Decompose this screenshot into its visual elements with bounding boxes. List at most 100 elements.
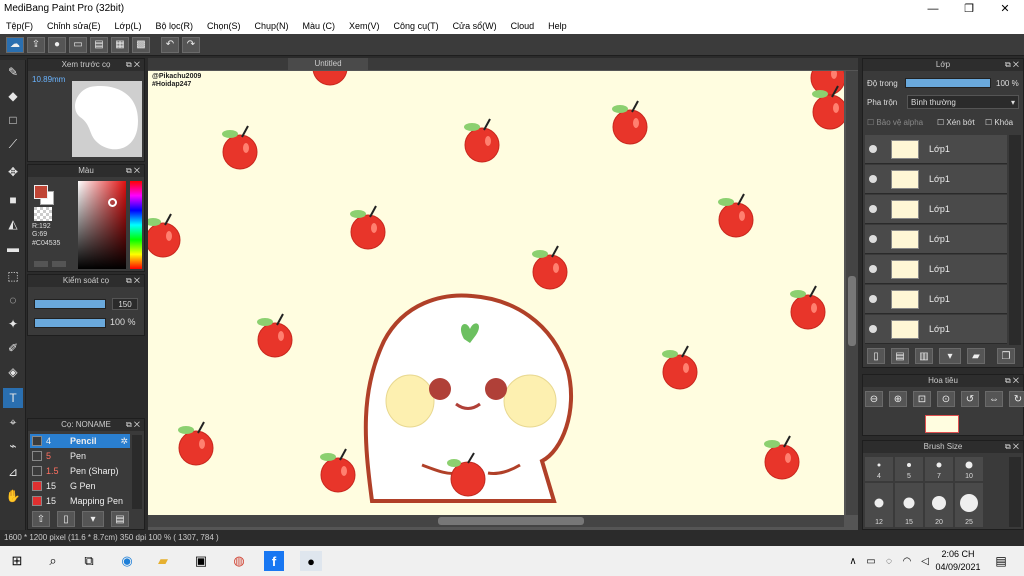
canvas-horizontal-thumb[interactable] xyxy=(438,517,584,525)
foreground-color-swatch[interactable] xyxy=(34,185,48,199)
windows-start-icon[interactable]: ⊞ xyxy=(6,551,28,571)
menu-capture[interactable]: Chụp(N) xyxy=(255,21,289,31)
message-icon[interactable]: ▭ xyxy=(69,36,87,53)
text-tool-icon[interactable]: T xyxy=(3,388,23,408)
layer-row[interactable]: Lớp1 xyxy=(865,165,1007,194)
half-tone-layer-icon[interactable]: ▥ xyxy=(915,348,933,364)
zoom-out-icon[interactable]: ⊖ xyxy=(865,391,883,407)
protect-alpha-checkbox[interactable]: ☐ Bảo vệ alpha xyxy=(867,118,923,127)
fit-icon[interactable]: ⊡ xyxy=(913,391,931,407)
brush-icon[interactable]: ✎ xyxy=(3,62,23,82)
menu-cloud[interactable]: Cloud xyxy=(511,21,535,31)
brush-item-g-pen[interactable]: 15 G Pen xyxy=(30,479,130,493)
color-sv-picker[interactable] xyxy=(78,181,126,269)
layer-row[interactable]: Lớp1 xyxy=(865,285,1007,314)
select-rect-icon[interactable]: ⬚ xyxy=(3,266,23,286)
brush-list-scrollbar[interactable] xyxy=(132,435,142,509)
picker-icon[interactable]: ⊿ xyxy=(3,462,23,482)
layer-row[interactable]: Lớp1 xyxy=(865,195,1007,224)
undo-icon[interactable]: ↶ xyxy=(161,36,179,53)
edge-browser-icon[interactable]: ◉ xyxy=(116,551,138,571)
visibility-icon[interactable] xyxy=(869,145,877,153)
maximize-button[interactable]: ❐ xyxy=(952,0,986,17)
comment-icon[interactable]: ● xyxy=(48,36,66,53)
chrome-icon[interactable]: ◍ xyxy=(228,551,250,571)
eyedropper-icon[interactable]: ⌁ xyxy=(3,436,23,456)
panel-close-icon[interactable]: ⧉ ✕ xyxy=(1005,441,1019,453)
new-layer-icon[interactable]: ▯ xyxy=(867,348,885,364)
canvas-vertical-thumb[interactable] xyxy=(848,276,856,346)
page-icon[interactable]: ▤ xyxy=(90,36,108,53)
brush-size-slot[interactable]: 12 xyxy=(865,483,893,527)
medibang-taskbar-icon[interactable]: ● xyxy=(300,551,322,571)
fill-rect-icon[interactable]: ■ xyxy=(3,190,23,210)
minimize-button[interactable]: — xyxy=(916,0,950,17)
grid-icon[interactable]: ▦ xyxy=(111,36,129,53)
file-explorer-icon[interactable]: ▰ xyxy=(152,551,174,571)
select-eraser-icon[interactable]: ◈ xyxy=(3,362,23,382)
folder-icon[interactable]: ▰ xyxy=(967,348,985,364)
brush-size-slot[interactable]: 4 xyxy=(865,457,893,481)
bucket-icon[interactable]: ◭ xyxy=(3,214,23,234)
brush-size-value[interactable]: 150 xyxy=(112,298,138,310)
layer-row[interactable]: Lớp1 xyxy=(865,315,1007,344)
transparent-swatch[interactable] xyxy=(34,207,52,221)
actual-size-icon[interactable]: ⊙ xyxy=(937,391,955,407)
blend-mode-select[interactable]: Bình thường ▾ xyxy=(907,95,1019,109)
panel-close-icon[interactable]: ⧉ ✕ xyxy=(1005,375,1019,387)
notification-icon[interactable]: ▤ xyxy=(990,551,1012,571)
gradient-icon[interactable]: ▬ xyxy=(3,238,23,258)
menu-color[interactable]: Màu (C) xyxy=(303,21,336,31)
facebook-icon[interactable]: f xyxy=(264,551,284,571)
lock-checkbox[interactable]: ☐ Khóa xyxy=(985,118,1013,127)
layer-row[interactable]: Lớp1 xyxy=(865,225,1007,254)
panel-close-icon[interactable]: ⧉ ✕ xyxy=(1005,59,1019,71)
panel-close-icon[interactable]: ⧉ ✕ xyxy=(126,419,140,431)
hue-slider[interactable] xyxy=(130,181,142,269)
canvas-vertical-scrollbar[interactable] xyxy=(846,71,858,515)
magic-wand-icon[interactable]: ✦ xyxy=(3,314,23,334)
new-brush-icon[interactable]: ▯ xyxy=(57,511,75,527)
eraser-icon[interactable]: ◆ xyxy=(3,86,23,106)
export-icon[interactable]: ⇪ xyxy=(27,36,45,53)
brush-opacity-slider[interactable] xyxy=(34,318,106,328)
brush-size-slot[interactable]: 10 xyxy=(955,457,983,481)
duplicate-icon[interactable]: ❐ xyxy=(997,348,1015,364)
lasso-icon[interactable]: ◌ xyxy=(3,290,23,310)
brush-settings-doc-icon[interactable]: ▤ xyxy=(111,511,129,527)
visibility-icon[interactable] xyxy=(869,295,877,303)
store-icon[interactable]: ▣ xyxy=(190,551,212,571)
add-brush-icon[interactable]: ⇧ xyxy=(32,511,50,527)
hand-icon[interactable]: ✋ xyxy=(3,486,23,506)
redo-icon[interactable]: ↷ xyxy=(182,36,200,53)
brush-item-mapping-pen[interactable]: 15 Mapping Pen xyxy=(30,494,130,508)
menu-filter[interactable]: Bộ lọc(R) xyxy=(155,21,193,31)
brush-size-slider[interactable] xyxy=(34,299,106,309)
panel-close-icon[interactable]: ⧉ ✕ xyxy=(126,59,140,71)
copy-layer-icon[interactable]: ▤ xyxy=(891,348,909,364)
taskbar-time[interactable]: 2:06 CH xyxy=(938,549,978,559)
menu-select[interactable]: Chọn(S) xyxy=(207,21,241,31)
volume-icon[interactable]: ◁ xyxy=(914,551,936,571)
color-mode-button[interactable] xyxy=(34,261,48,267)
layer-list-scrollbar[interactable] xyxy=(1009,135,1021,345)
canvas-horizontal-scrollbar[interactable] xyxy=(148,515,844,527)
menu-tools[interactable]: Công cụ(T) xyxy=(394,21,439,31)
menu-layer[interactable]: Lớp(L) xyxy=(115,21,142,31)
brush-size-slot[interactable]: 20 xyxy=(925,483,953,527)
search-icon[interactable]: ⌕ xyxy=(42,551,64,571)
visibility-icon[interactable] xyxy=(869,175,877,183)
menu-window[interactable]: Cửa sổ(W) xyxy=(453,21,497,31)
brush-size-slot[interactable]: 25 xyxy=(955,483,983,527)
brush-menu-icon[interactable]: ▾ xyxy=(82,511,104,527)
panel-close-icon[interactable]: ⧉ ✕ xyxy=(126,165,140,177)
visibility-icon[interactable] xyxy=(869,235,877,243)
layer-row[interactable]: Lớp1 xyxy=(865,135,1007,164)
layer-menu-icon[interactable]: ▾ xyxy=(939,348,961,364)
taskbar-date[interactable]: 04/09/2021 xyxy=(934,562,982,572)
menu-edit[interactable]: Chỉnh sửa(E) xyxy=(47,21,101,31)
rotate-right-icon[interactable]: ↻ xyxy=(1009,391,1024,407)
pen-icon[interactable]: ⟋ xyxy=(3,134,23,154)
dot-icon[interactable]: □ xyxy=(3,110,23,130)
tiles-icon[interactable]: ▩ xyxy=(132,36,150,53)
